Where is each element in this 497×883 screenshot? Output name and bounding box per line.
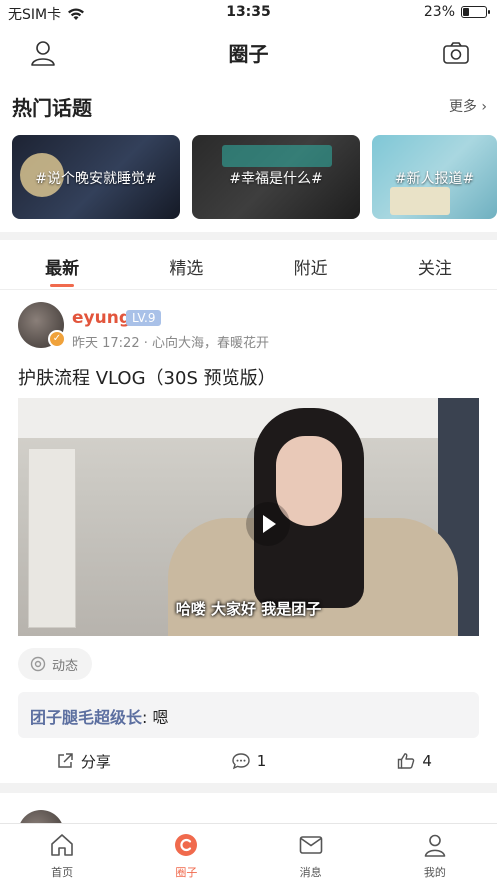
verified-badge-icon: ✓	[48, 330, 66, 348]
comment-username[interactable]: 团子腿毛超级长	[30, 708, 142, 727]
topic-label: #新人报道#	[394, 171, 475, 187]
section-divider	[0, 232, 497, 240]
tabbar-messages[interactable]: 消息	[249, 824, 373, 883]
post-username[interactable]: eyung	[72, 308, 131, 328]
comment-text: : 嗯	[142, 708, 169, 727]
battery-icon	[461, 6, 490, 18]
tabbar-profile[interactable]: 我的	[373, 824, 497, 883]
tab-nearby[interactable]: 附近	[249, 240, 373, 289]
nav-bar: 圈子	[0, 26, 497, 76]
message-icon	[299, 836, 322, 854]
tab-featured[interactable]: 精选	[124, 240, 248, 289]
page-title: 圈子	[228, 42, 269, 66]
status-right: 23%	[423, 4, 490, 20]
tabbar-label: 消息	[299, 866, 322, 879]
level-badge: LV.9	[126, 310, 162, 326]
play-icon[interactable]	[246, 502, 290, 546]
battery-percent: 23%	[423, 4, 455, 20]
comment-count: 1	[256, 752, 267, 770]
post-meta: 昨天 17:22 · 心向大海，春暖花开	[72, 336, 269, 351]
more-link[interactable]: 更多 ›	[449, 96, 487, 116]
comment-preview[interactable]: 团子腿毛超级长: 嗯	[18, 692, 479, 738]
post-title[interactable]: 护肤流程 VLOG（30S 预览版）	[18, 364, 276, 390]
tab-following[interactable]: 关注	[373, 240, 497, 289]
post-divider	[0, 783, 497, 793]
tabbar-label: 圈子	[175, 866, 198, 879]
video-player[interactable]: 哈喽 大家好 我是团子	[18, 398, 479, 636]
tab-latest[interactable]: 最新	[0, 240, 124, 289]
comment-button[interactable]: 1	[166, 746, 332, 776]
share-icon	[58, 753, 73, 768]
profile-icon	[424, 834, 446, 857]
topic-card-goodnight[interactable]: #说个晚安就睡觉#	[12, 135, 180, 219]
status-bar: 无SIM卡 13:35 23%	[0, 0, 497, 26]
topic-carousel: #说个晚安就睡觉# #幸福是什么# #新人报道#	[12, 135, 497, 219]
feed-tabs: 最新 精选 附近 关注	[0, 240, 497, 290]
tabbar-label: 首页	[51, 866, 74, 879]
tag-label: 动态	[52, 658, 79, 674]
thumbs-up-icon	[398, 753, 415, 769]
like-button[interactable]: 4	[331, 746, 497, 776]
circle-icon	[175, 834, 198, 856]
tag-icon	[30, 656, 46, 672]
post-actions: 分享 1 4	[0, 746, 497, 776]
share-button[interactable]: 分享	[0, 746, 166, 776]
home-icon	[51, 834, 73, 856]
hot-topics-header: 热门话题 更多 ›	[0, 88, 497, 122]
tabbar-circle[interactable]: 圈子	[124, 824, 248, 883]
topic-card-happiness[interactable]: #幸福是什么#	[192, 135, 360, 219]
comment-icon	[232, 753, 250, 770]
bottom-tab-bar: 首页 圈子 消息 我的	[0, 823, 497, 883]
topic-label: #说个晚安就睡觉#	[35, 171, 157, 187]
clock: 13:35	[226, 4, 271, 20]
tabbar-label: 我的	[423, 866, 446, 879]
camera-icon[interactable]	[441, 38, 471, 68]
like-count: 4	[422, 752, 432, 770]
hot-topics-heading: 热门话题	[12, 96, 92, 120]
topic-card-newcomer[interactable]: #新人报道#	[372, 135, 497, 219]
video-subtitle: 哈喽 大家好 我是团子	[175, 600, 322, 618]
share-label: 分享	[80, 752, 111, 771]
topic-tag[interactable]: 动态	[18, 648, 93, 680]
topic-label: #幸福是什么#	[229, 171, 323, 187]
tabbar-home[interactable]: 首页	[0, 824, 124, 883]
